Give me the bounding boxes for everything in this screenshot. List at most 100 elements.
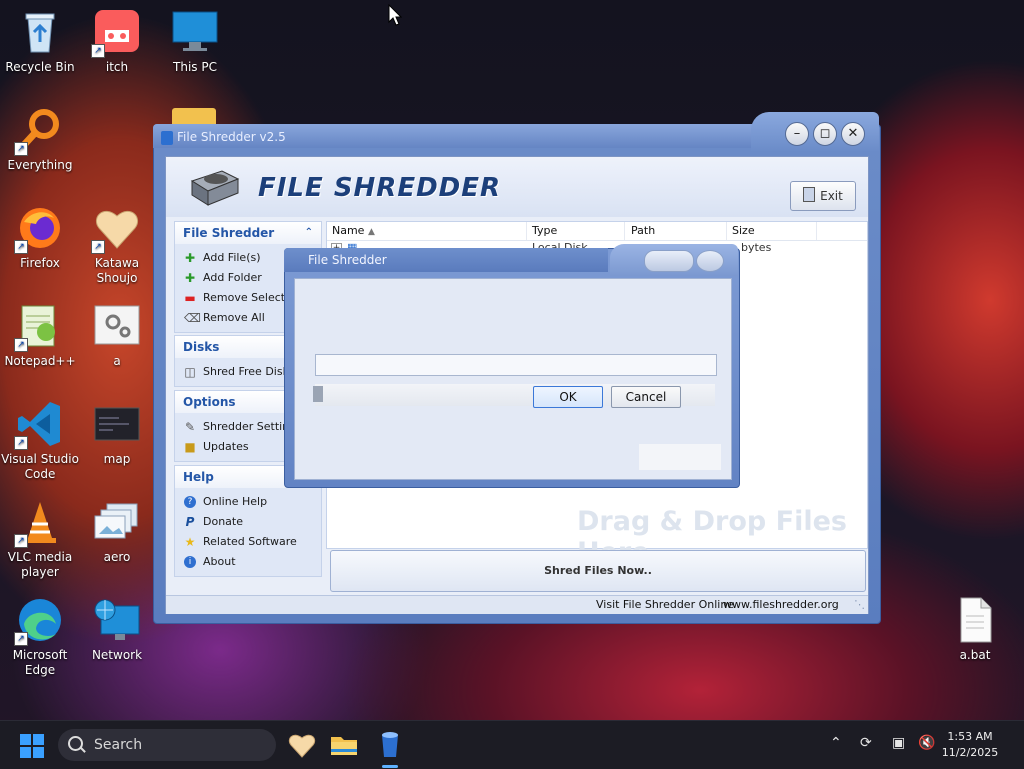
taskbar-search-box[interactable]: Search [58,729,276,761]
desktop-icon-label: Microsoft Edge [12,648,68,677]
desktop-icon-a[interactable]: a [77,302,157,369]
exit-button[interactable]: Exit [790,181,856,211]
paypal-icon: P [185,515,195,529]
desktop-icon-recycle-bin[interactable]: Recycle Bin [0,8,80,75]
desktop-icon-label: itch [105,60,129,74]
column-header-type[interactable]: Type [527,222,625,240]
desktop-icon-label: Network [91,648,143,662]
item-label: Donate [203,515,243,528]
shortcut-arrow-icon: ↗ [91,44,105,58]
dialog-minimize-button[interactable] [644,250,694,272]
desktop-icon-label: Visual Studio Code [1,452,79,481]
ok-button[interactable]: OK [533,386,603,408]
item-label: Updates [203,440,249,453]
updates-icon: ■ [184,440,196,454]
collapse-chevron-icon[interactable]: ⌃ [305,222,313,244]
settings-icon: ✎ [184,420,196,434]
desktop-icon-label: Firefox [20,256,60,270]
dialog-close-button[interactable] [696,250,724,272]
desktop-icon-network[interactable]: Network [77,596,157,663]
resize-grip-icon[interactable]: ⋱ [854,598,865,611]
banner-title: FILE SHREDDER [258,173,502,203]
desktop-icon-edge[interactable]: ↗ Microsoft Edge [0,596,80,678]
dialog-window-controls [610,244,738,276]
system-clock[interactable]: 1:53 AM 11/2/2025 [938,729,1002,761]
desktop-icon-label: Recycle Bin [5,60,75,74]
desktop-icon-everything[interactable]: ↗ Everything [0,106,80,173]
volume-muted-icon[interactable]: 🔇 [918,735,935,751]
section-title: Help [183,470,214,484]
desktop-icon-vscode[interactable]: ↗ Visual Studio Code [0,400,80,482]
desktop-icon-notepad-plus-plus[interactable]: ↗ Notepad++ [0,302,80,369]
maximize-button[interactable]: ◻ [813,122,837,146]
cancel-button[interactable]: Cancel [611,386,681,408]
dialog-button-row: OK Cancel [313,384,715,408]
dialog-title: File Shredder [308,253,387,267]
desktop-icon-label: VLC media player [7,550,73,579]
taskbar-app-file-shredder[interactable] [374,729,406,761]
everything-search-icon: ↗ [14,106,64,156]
minimize-button[interactable]: – [785,122,809,146]
help-icon: ? [184,496,196,508]
grip-icon [313,386,323,402]
start-button[interactable] [20,734,44,758]
item-label: Add File(s) [203,251,261,264]
network-icon [93,596,141,644]
shortcut-arrow-icon: ↗ [14,534,28,548]
window-title: File Shredder v2.5 [177,130,286,144]
notepad-plus-plus-icon: ↗ [14,302,64,352]
mouse-cursor-icon [388,4,402,26]
close-button[interactable]: ✕ [841,122,865,146]
website-link[interactable]: www.fileshredder.org [723,598,839,611]
sidebar-item-related-software[interactable]: ★ Related Software [175,532,321,552]
desktop-icon-aero[interactable]: aero [77,498,157,565]
monitor-icon [171,8,219,56]
shred-files-now-button[interactable]: Shred Files Now.. [330,550,866,592]
visit-online-link[interactable]: Visit File Shredder Online [596,598,734,611]
column-label: Name [332,224,365,237]
desktop-icon-map[interactable]: map [77,400,157,467]
itch-icon: ↗ [91,8,141,58]
section-title: Disks [183,340,220,354]
desktop-icon-a-bat[interactable]: a.bat [935,596,1015,663]
sidebar-item-online-help[interactable]: ? Online Help [175,492,321,512]
dialog-client: OK Cancel [294,278,732,480]
column-header-name[interactable]: Name ▲ [327,222,527,240]
desktop-icon-katawa-shoujo[interactable]: ↗ Katawa Shoujo [77,204,157,286]
hard-drive-logo-icon [186,167,242,211]
plus-icon: ✚ [184,271,196,285]
desktop-icon-label: Everything [7,158,73,172]
sidebar-item-about[interactable]: i About [175,552,321,572]
sync-icon[interactable]: ⟳ [860,735,872,751]
column-header-size[interactable]: Size [727,222,817,240]
taskbar-app-katawa-shoujo[interactable] [286,729,318,761]
column-label: Path [631,224,656,237]
item-label: Remove All [203,311,265,324]
taskbar-app-file-explorer[interactable] [328,729,360,761]
taskbar: Search ⌃ ⟳ ▣ 🔇 1:53 AM 11/2/2025 [0,720,1024,769]
section-header[interactable]: File Shredder ⌃ [175,222,321,244]
desktop-icon-itch[interactable]: ↗ itch [77,8,157,75]
section-title: Options [183,395,236,409]
eraser-icon: ⌫ [184,311,201,325]
network-status-icon[interactable]: ▣ [892,735,905,751]
shortcut-arrow-icon: ↗ [14,240,28,254]
window-controls: – ◻ ✕ [751,112,879,152]
heart-icon: ↗ [91,204,141,254]
show-hidden-icons-chevron-icon[interactable]: ⌃ [830,735,842,751]
item-label: Add Folder [203,271,262,284]
shortcut-arrow-icon: ↗ [14,142,28,156]
dialog-placeholder-area [639,444,721,470]
desktop-icon-label: a.bat [959,648,991,662]
column-label: Type [532,224,558,237]
desktop-icon-vlc[interactable]: ↗ VLC media player [0,498,80,580]
folder-icon [331,737,357,755]
column-label: Size [732,224,755,237]
desktop-icon-firefox[interactable]: ↗ Firefox [0,204,80,271]
sidebar-item-donate[interactable]: P Donate [175,512,321,532]
shortcut-arrow-icon: ↗ [14,436,28,450]
dialog-input-field[interactable] [315,354,717,376]
desktop-icon-label: This PC [173,60,217,74]
column-header-path[interactable]: Path [626,222,727,240]
desktop-icon-this-pc[interactable]: This PC [155,8,235,75]
